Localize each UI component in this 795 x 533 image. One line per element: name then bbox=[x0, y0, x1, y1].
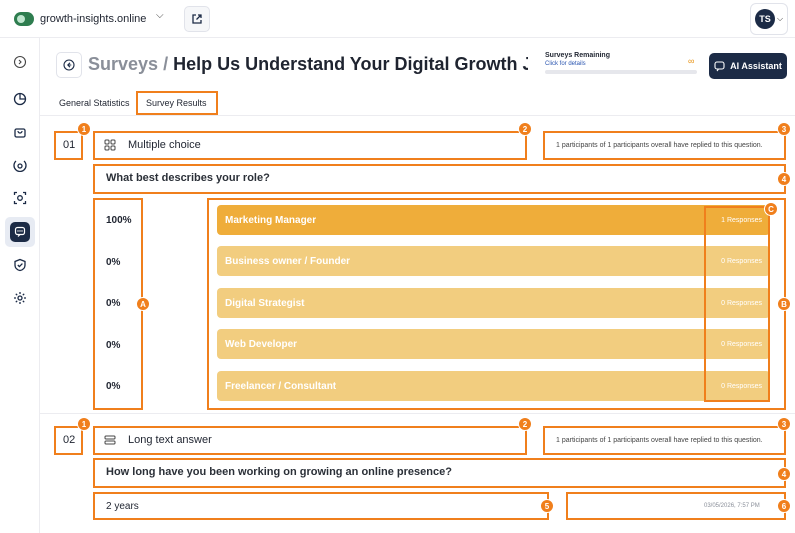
page-title: Surveys / Help Us Understand Your Digita… bbox=[88, 54, 528, 75]
target-icon bbox=[13, 160, 27, 172]
gear-icon bbox=[14, 292, 26, 304]
open-external-button[interactable] bbox=[184, 6, 210, 32]
annotation-box-C bbox=[704, 206, 770, 402]
annotation-badge: 6 bbox=[777, 499, 791, 513]
annotation-box-1 bbox=[54, 426, 83, 455]
chevron-down-icon[interactable]: ⌵ bbox=[156, 10, 164, 21]
surveys-remaining-value: ∞ bbox=[688, 56, 695, 66]
sidebar-item-settings[interactable] bbox=[10, 288, 30, 308]
tab-general-statistics[interactable]: General Statistics bbox=[55, 93, 134, 113]
survey-title: Help Us Understand Your Digital Growth J… bbox=[173, 54, 528, 74]
pie-chart-icon bbox=[13, 92, 27, 106]
site-logo-icon bbox=[14, 12, 34, 26]
annotation-badge: 2 bbox=[518, 417, 532, 431]
avatar: TS bbox=[755, 9, 775, 29]
annotation-badge: 4 bbox=[777, 467, 791, 481]
annotation-box-6 bbox=[566, 492, 786, 520]
annotation-badge: B bbox=[777, 297, 791, 311]
sidebar-item-campaigns[interactable] bbox=[10, 155, 30, 175]
back-button[interactable] bbox=[56, 52, 82, 78]
ai-assistant-button[interactable]: AI Assistant bbox=[709, 53, 787, 79]
sidebar bbox=[0, 38, 40, 533]
annotation-box-4 bbox=[93, 164, 786, 194]
surveys-remaining: Surveys Remaining Click for details bbox=[545, 52, 697, 74]
annotation-badge: 2 bbox=[518, 122, 532, 136]
annotation-badge: 3 bbox=[777, 122, 791, 136]
chevron-down-icon: ⌵ bbox=[777, 14, 784, 23]
ai-assistant-label: AI Assistant bbox=[730, 61, 782, 71]
annotation-badge: 3 bbox=[777, 417, 791, 431]
sidebar-item-analytics[interactable] bbox=[10, 89, 30, 109]
annotation-box-3 bbox=[543, 426, 786, 455]
sidebar-item-collapse[interactable] bbox=[10, 52, 30, 72]
surveys-remaining-bar bbox=[545, 70, 697, 74]
annotation-badge: C bbox=[764, 202, 778, 216]
chat-bubble-icon bbox=[714, 60, 725, 71]
annotation-badge: A bbox=[136, 297, 150, 311]
annotation-badge: 4 bbox=[777, 172, 791, 186]
annotation-box-tab bbox=[136, 91, 218, 115]
collapse-icon bbox=[13, 55, 27, 69]
site-switcher[interactable]: growth-insights.online bbox=[14, 8, 146, 30]
sidebar-item-surveys[interactable] bbox=[5, 217, 35, 247]
scan-icon bbox=[13, 191, 27, 205]
annotation-box-5 bbox=[93, 492, 549, 520]
annotation-box-1 bbox=[54, 131, 83, 160]
sidebar-item-scanner[interactable] bbox=[10, 188, 30, 208]
user-menu[interactable]: TS ⌵ bbox=[750, 3, 788, 35]
annotation-box-B bbox=[207, 198, 786, 410]
annotation-badge: 1 bbox=[77, 122, 91, 136]
breadcrumb-surveys[interactable]: Surveys bbox=[88, 54, 158, 74]
annotation-badge: 5 bbox=[540, 499, 554, 513]
question-divider bbox=[40, 413, 795, 414]
sidebar-item-security[interactable] bbox=[10, 255, 30, 275]
annotation-box-2 bbox=[93, 131, 527, 160]
arrow-left-icon bbox=[63, 59, 75, 71]
annotation-box-4 bbox=[93, 458, 786, 488]
surveys-remaining-details-link[interactable]: Click for details bbox=[545, 61, 697, 67]
annotation-badge: 1 bbox=[77, 417, 91, 431]
shopping-bag-icon bbox=[14, 128, 26, 138]
sidebar-item-shop[interactable] bbox=[10, 122, 30, 142]
shield-check-icon bbox=[14, 258, 26, 272]
breadcrumb-separator: / bbox=[158, 54, 174, 74]
annotation-box-3 bbox=[543, 131, 786, 160]
chat-survey-icon bbox=[14, 226, 26, 237]
surveys-remaining-title: Surveys Remaining bbox=[545, 52, 610, 59]
site-name: growth-insights.online bbox=[40, 13, 147, 25]
external-link-icon bbox=[192, 14, 202, 24]
top-bar: growth-insights.online ⌵ TS ⌵ bbox=[0, 0, 795, 38]
annotation-box-2 bbox=[93, 426, 527, 455]
